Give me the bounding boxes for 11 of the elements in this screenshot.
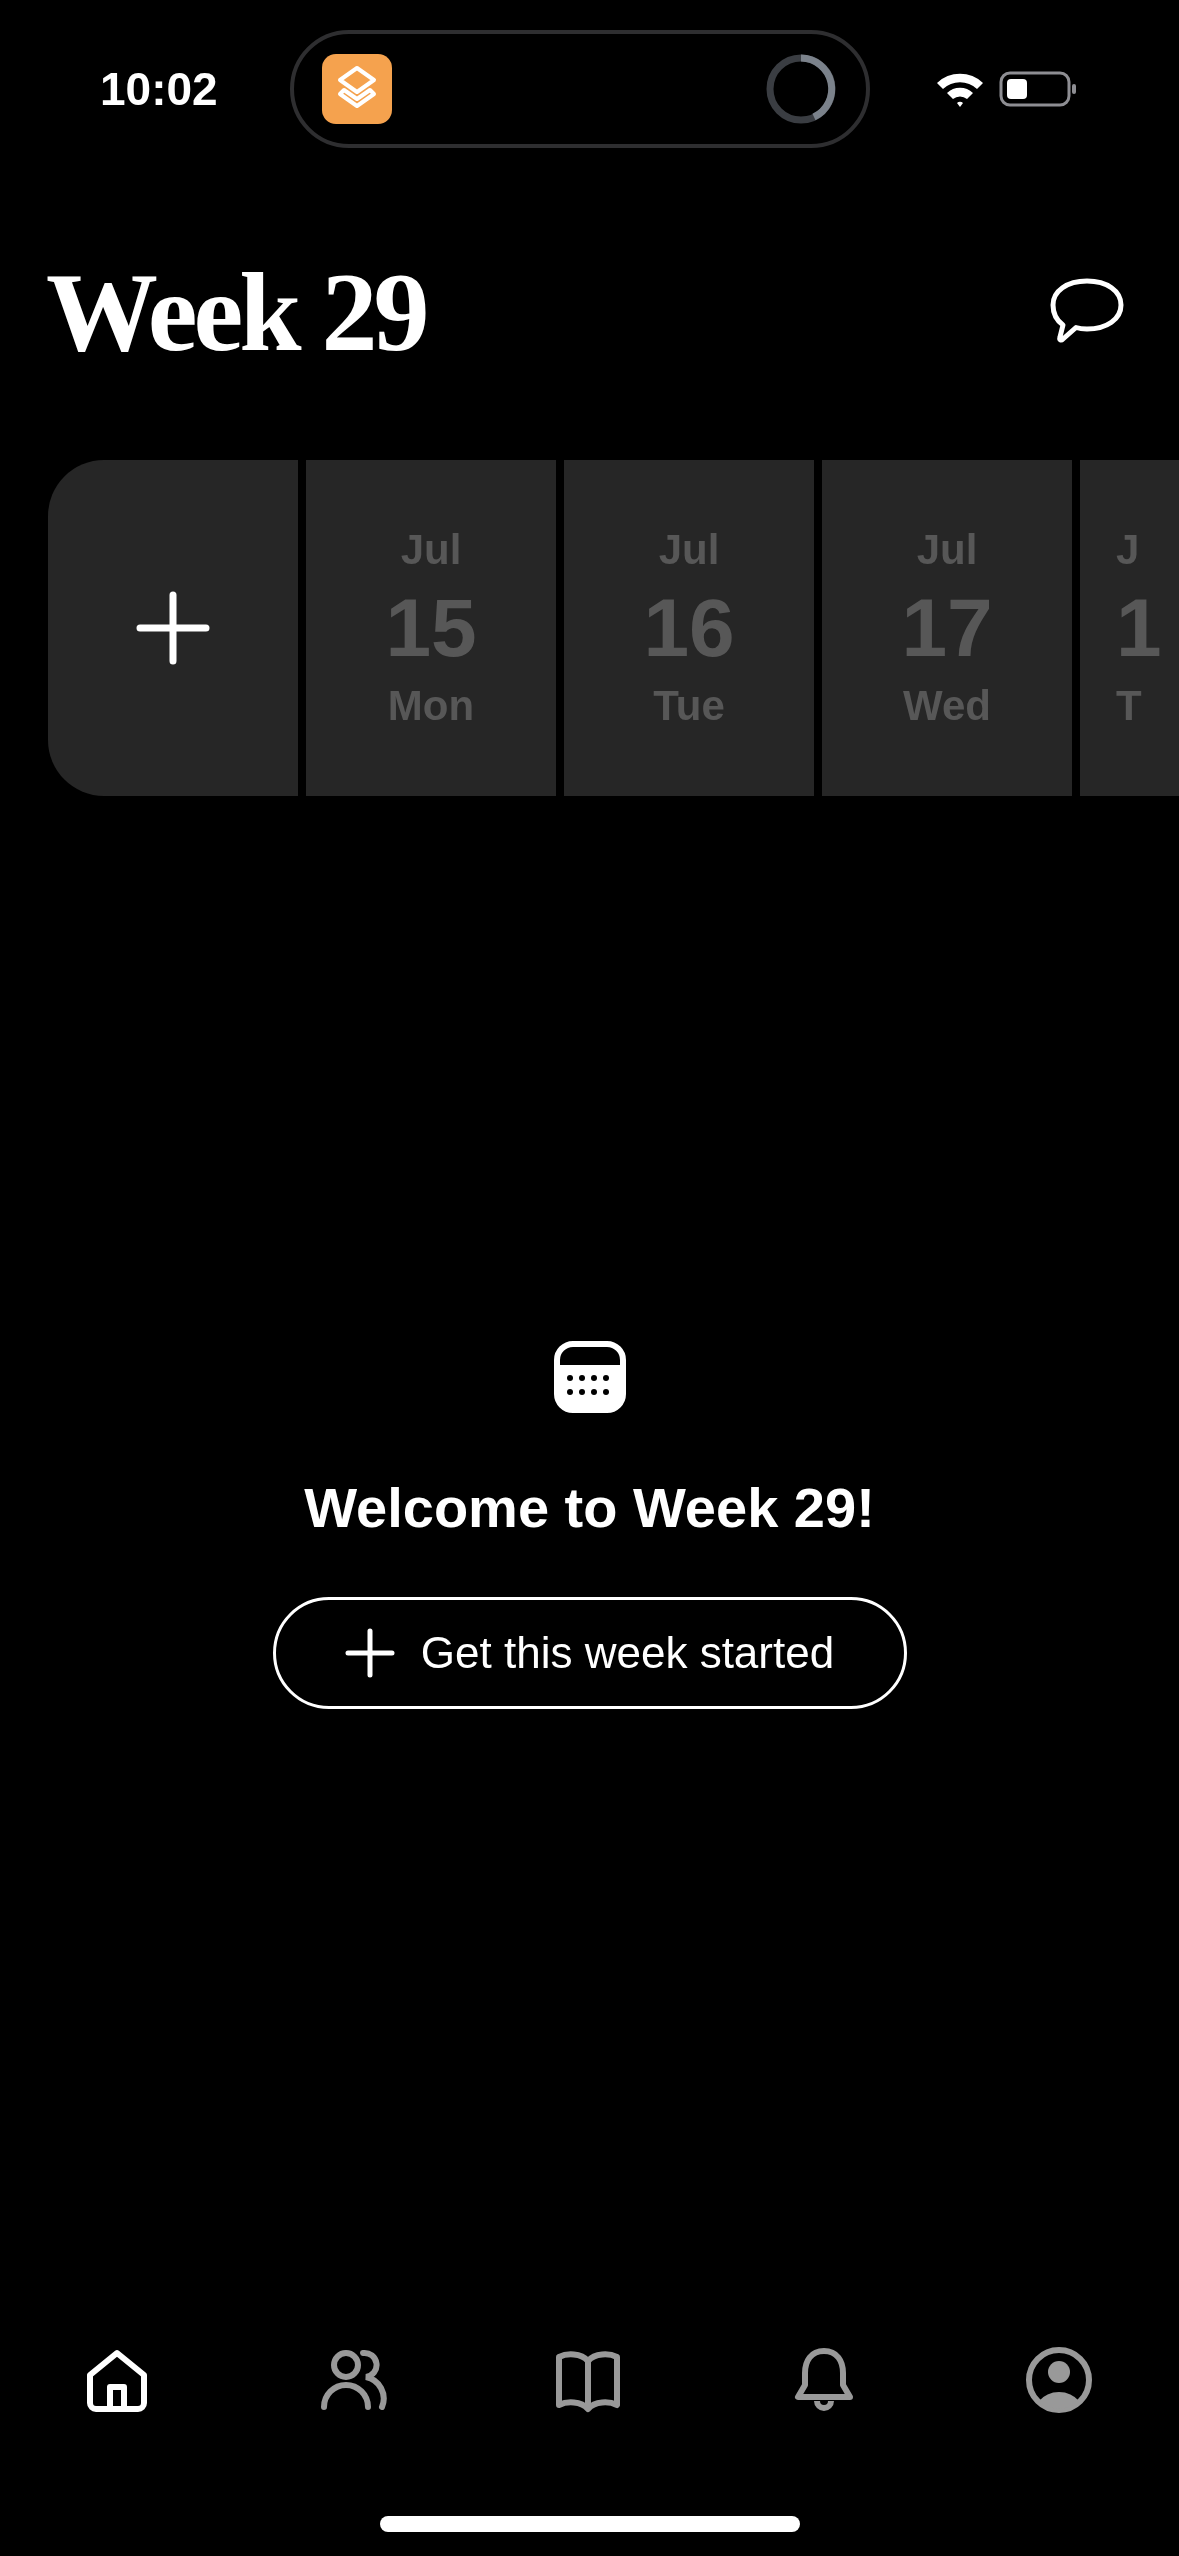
plus-icon: [136, 591, 210, 665]
calendar-icon: [553, 1341, 626, 1413]
progress-ring-icon: [764, 52, 838, 126]
app-icon: [322, 54, 392, 124]
profile-icon: [1024, 2345, 1094, 2415]
battery-icon: [999, 70, 1079, 108]
welcome-heading: Welcome to Week 29!: [304, 1475, 875, 1541]
start-week-button[interactable]: Get this week started: [272, 1597, 907, 1709]
plus-icon: [344, 1628, 395, 1678]
week-title: Week 29: [46, 256, 426, 368]
status-time: 10:02: [100, 61, 219, 117]
